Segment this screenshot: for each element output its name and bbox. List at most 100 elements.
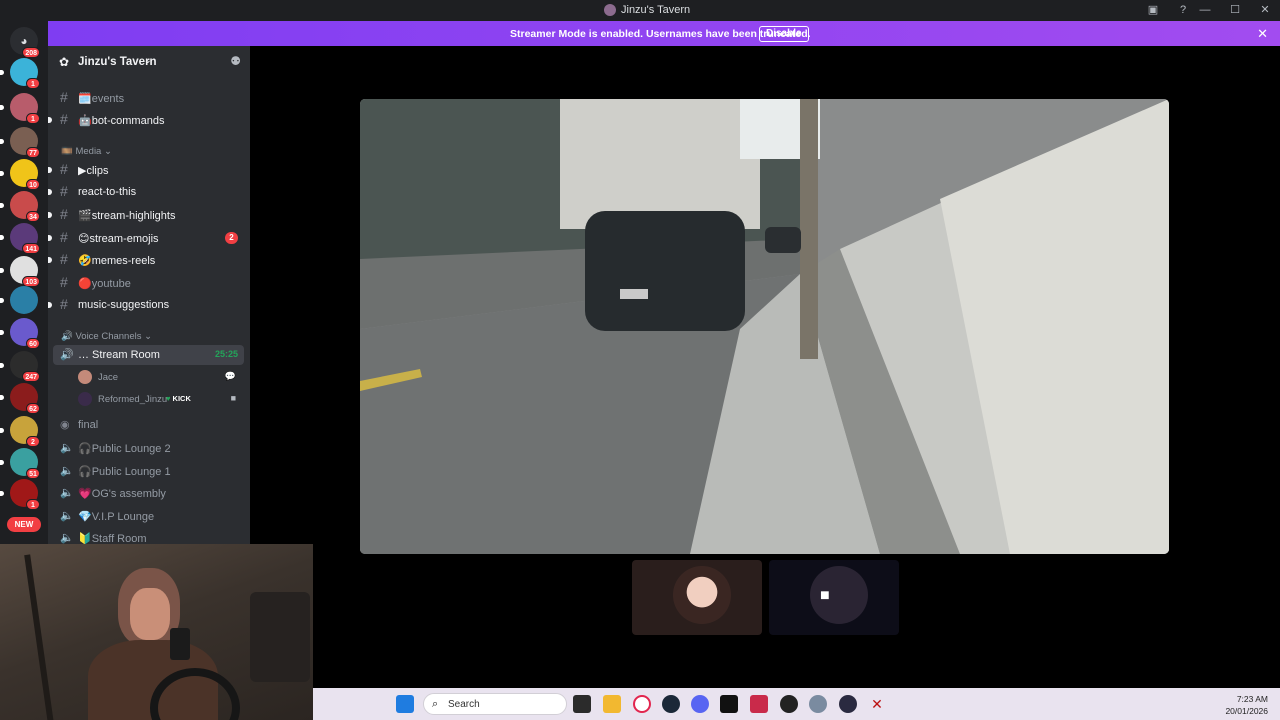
screen-share-video[interactable]: [360, 99, 1169, 554]
participant-tile-jinzu[interactable]: ■: [769, 560, 899, 635]
close-window-button[interactable]: ✕: [1250, 0, 1280, 21]
video-camera-icon: ■: [230, 393, 236, 403]
channel-music-suggestions[interactable]: # music-suggestions: [48, 295, 244, 315]
channel-label: ▶clips: [78, 165, 109, 177]
speaker-icon: 🔈: [60, 510, 74, 522]
unread-dot: [48, 235, 52, 241]
heart-icon: ♥: [166, 394, 171, 403]
help-icon[interactable]: ?: [1176, 3, 1190, 17]
title-bar: Jinzu's Tavern ▣ ? — ☐ ✕: [0, 0, 1280, 21]
server-mention-badge: 1: [26, 78, 40, 89]
voice-channel-vip-lounge[interactable]: 🔈 💎V.I.P Lounge: [53, 506, 244, 526]
hash-icon: #: [60, 89, 68, 105]
hash-icon: #: [60, 274, 68, 290]
street-video-frame: [360, 99, 1169, 554]
voice-channel-og-assembly[interactable]: 🔈 💗OG's assembly: [53, 483, 244, 503]
unread-pill: [0, 203, 4, 208]
file-explorer-icon[interactable]: [603, 695, 621, 713]
avatar: [810, 566, 868, 624]
home-button[interactable]: ◕ 208: [10, 27, 40, 58]
chevron-down-icon: ⌄: [144, 55, 152, 65]
voice-stage: ■: [250, 46, 1280, 688]
steam-icon[interactable]: [662, 695, 680, 713]
obs-icon[interactable]: [780, 695, 798, 713]
category-voice-channels[interactable]: 🔊 Voice Channels ⌄: [61, 331, 152, 342]
windows-start-icon[interactable]: [396, 695, 414, 713]
channel-label: 😊stream-emojis: [78, 233, 159, 245]
streamer-app-icon[interactable]: [720, 695, 738, 713]
voice-channel-public-lounge-1[interactable]: 🔈 🎧Public Lounge 1: [53, 461, 244, 481]
server-icon[interactable]: 247: [0, 351, 40, 382]
server-mention-badge: 34: [26, 211, 40, 222]
server-mention-badge: 10: [26, 179, 40, 190]
server-icon[interactable]: 103: [0, 256, 40, 287]
voice-channel-public-lounge-2[interactable]: 🔈 🎧Public Lounge 2: [53, 438, 244, 458]
clock-time: 7:23 AM: [1236, 694, 1268, 704]
server-icon[interactable]: 60: [0, 318, 40, 349]
channel-stream-highlights[interactable]: # 🎬stream-highlights: [48, 205, 244, 225]
channel-label: 🎬stream-highlights: [78, 210, 176, 222]
server-icon[interactable]: 2: [0, 416, 40, 447]
server-icon[interactable]: 77: [0, 127, 40, 158]
channel-stream-emojis[interactable]: # 😊stream-emojis 2: [48, 228, 244, 248]
invite-people-icon[interactable]: ⚉: [230, 54, 241, 68]
minimize-button[interactable]: —: [1190, 0, 1220, 21]
voice-channel-final[interactable]: ◉ final: [53, 415, 244, 435]
participant-tile-jace[interactable]: [632, 560, 762, 635]
banner-close-icon[interactable]: ✕: [1257, 26, 1268, 42]
system-clock[interactable]: 7:23 AM 20/01/2026: [1225, 693, 1268, 717]
task-view-icon[interactable]: [573, 695, 591, 713]
channel-bot-commands[interactable]: # 🤖bot-commands: [48, 110, 244, 130]
unread-dot: [48, 257, 52, 263]
channel-label: 🔴youtube: [78, 278, 131, 290]
server-icon[interactable]: 34: [0, 191, 40, 222]
voice-channel-stream-room[interactable]: 🔊 … Stream Room 25:25: [53, 345, 244, 365]
server-icon[interactable]: 51: [0, 448, 40, 479]
channel-memes-reels[interactable]: # 🤣memes-reels: [48, 250, 244, 270]
microphone: [250, 592, 310, 682]
taskbar-search[interactable]: ⌕ Search: [423, 693, 567, 715]
app-x-icon[interactable]: ✕: [868, 695, 886, 713]
channel-label: react-to-this: [78, 186, 137, 198]
search-placeholder: Search: [448, 699, 480, 710]
channel-label: 🎧Public Lounge 1: [78, 466, 171, 478]
category-media[interactable]: 🎞️ Media ⌄: [61, 146, 112, 157]
server-icon[interactable]: 62: [0, 383, 40, 414]
server-icon[interactable]: [0, 286, 38, 314]
voice-user[interactable]: Reformed_Jinzu ♥ KICK ■: [78, 390, 244, 408]
disable-streamer-mode-button[interactable]: Disable: [759, 26, 809, 42]
discord-icon[interactable]: [691, 695, 709, 713]
server-header[interactable]: ✿ Jinzu's Tavern ⌄ ⚉: [48, 46, 250, 78]
server-mention-badge: 1: [26, 113, 40, 124]
server-icon[interactable]: 1: [0, 58, 40, 89]
channel-label: 🤣memes-reels: [78, 255, 156, 267]
channel-youtube[interactable]: # 🔴youtube: [53, 273, 244, 293]
unread-pill: [0, 235, 4, 240]
stage-icon: ◉: [60, 419, 70, 431]
channel-react-to-this[interactable]: # react-to-this: [48, 182, 244, 202]
voice-channel-staff-room[interactable]: 🔈 🔰Staff Room: [53, 528, 244, 544]
clock-date: 20/01/2026: [1225, 706, 1268, 716]
server-mention-badge: 51: [26, 468, 40, 479]
unread-pill: [0, 268, 4, 273]
channel-label: 🔰Staff Room: [78, 533, 147, 544]
unread-pill: [0, 105, 4, 110]
channel-clips[interactable]: # ▶clips: [48, 160, 244, 180]
inbox-icon[interactable]: ▣: [1146, 3, 1160, 17]
server-icon[interactable]: 1: [0, 479, 40, 510]
voice-user[interactable]: Jace 💬: [78, 368, 244, 386]
channel-events[interactable]: # 🗓️events: [53, 88, 244, 108]
media-app-icon[interactable]: [750, 695, 768, 713]
app-icon[interactable]: [839, 695, 857, 713]
settings-gear-icon[interactable]: [809, 695, 827, 713]
unread-pill: [0, 171, 4, 176]
opera-gx-icon[interactable]: [633, 695, 651, 713]
server-icon[interactable]: 10: [0, 159, 40, 190]
unread-pill: [0, 298, 4, 303]
server-icon[interactable]: 1: [0, 93, 40, 124]
maximize-button[interactable]: ☐: [1220, 0, 1250, 21]
server-mention-badge: 1: [26, 499, 40, 510]
hash-icon: #: [60, 296, 68, 312]
new-badge[interactable]: NEW: [7, 517, 41, 532]
server-icon[interactable]: 141: [0, 223, 40, 254]
